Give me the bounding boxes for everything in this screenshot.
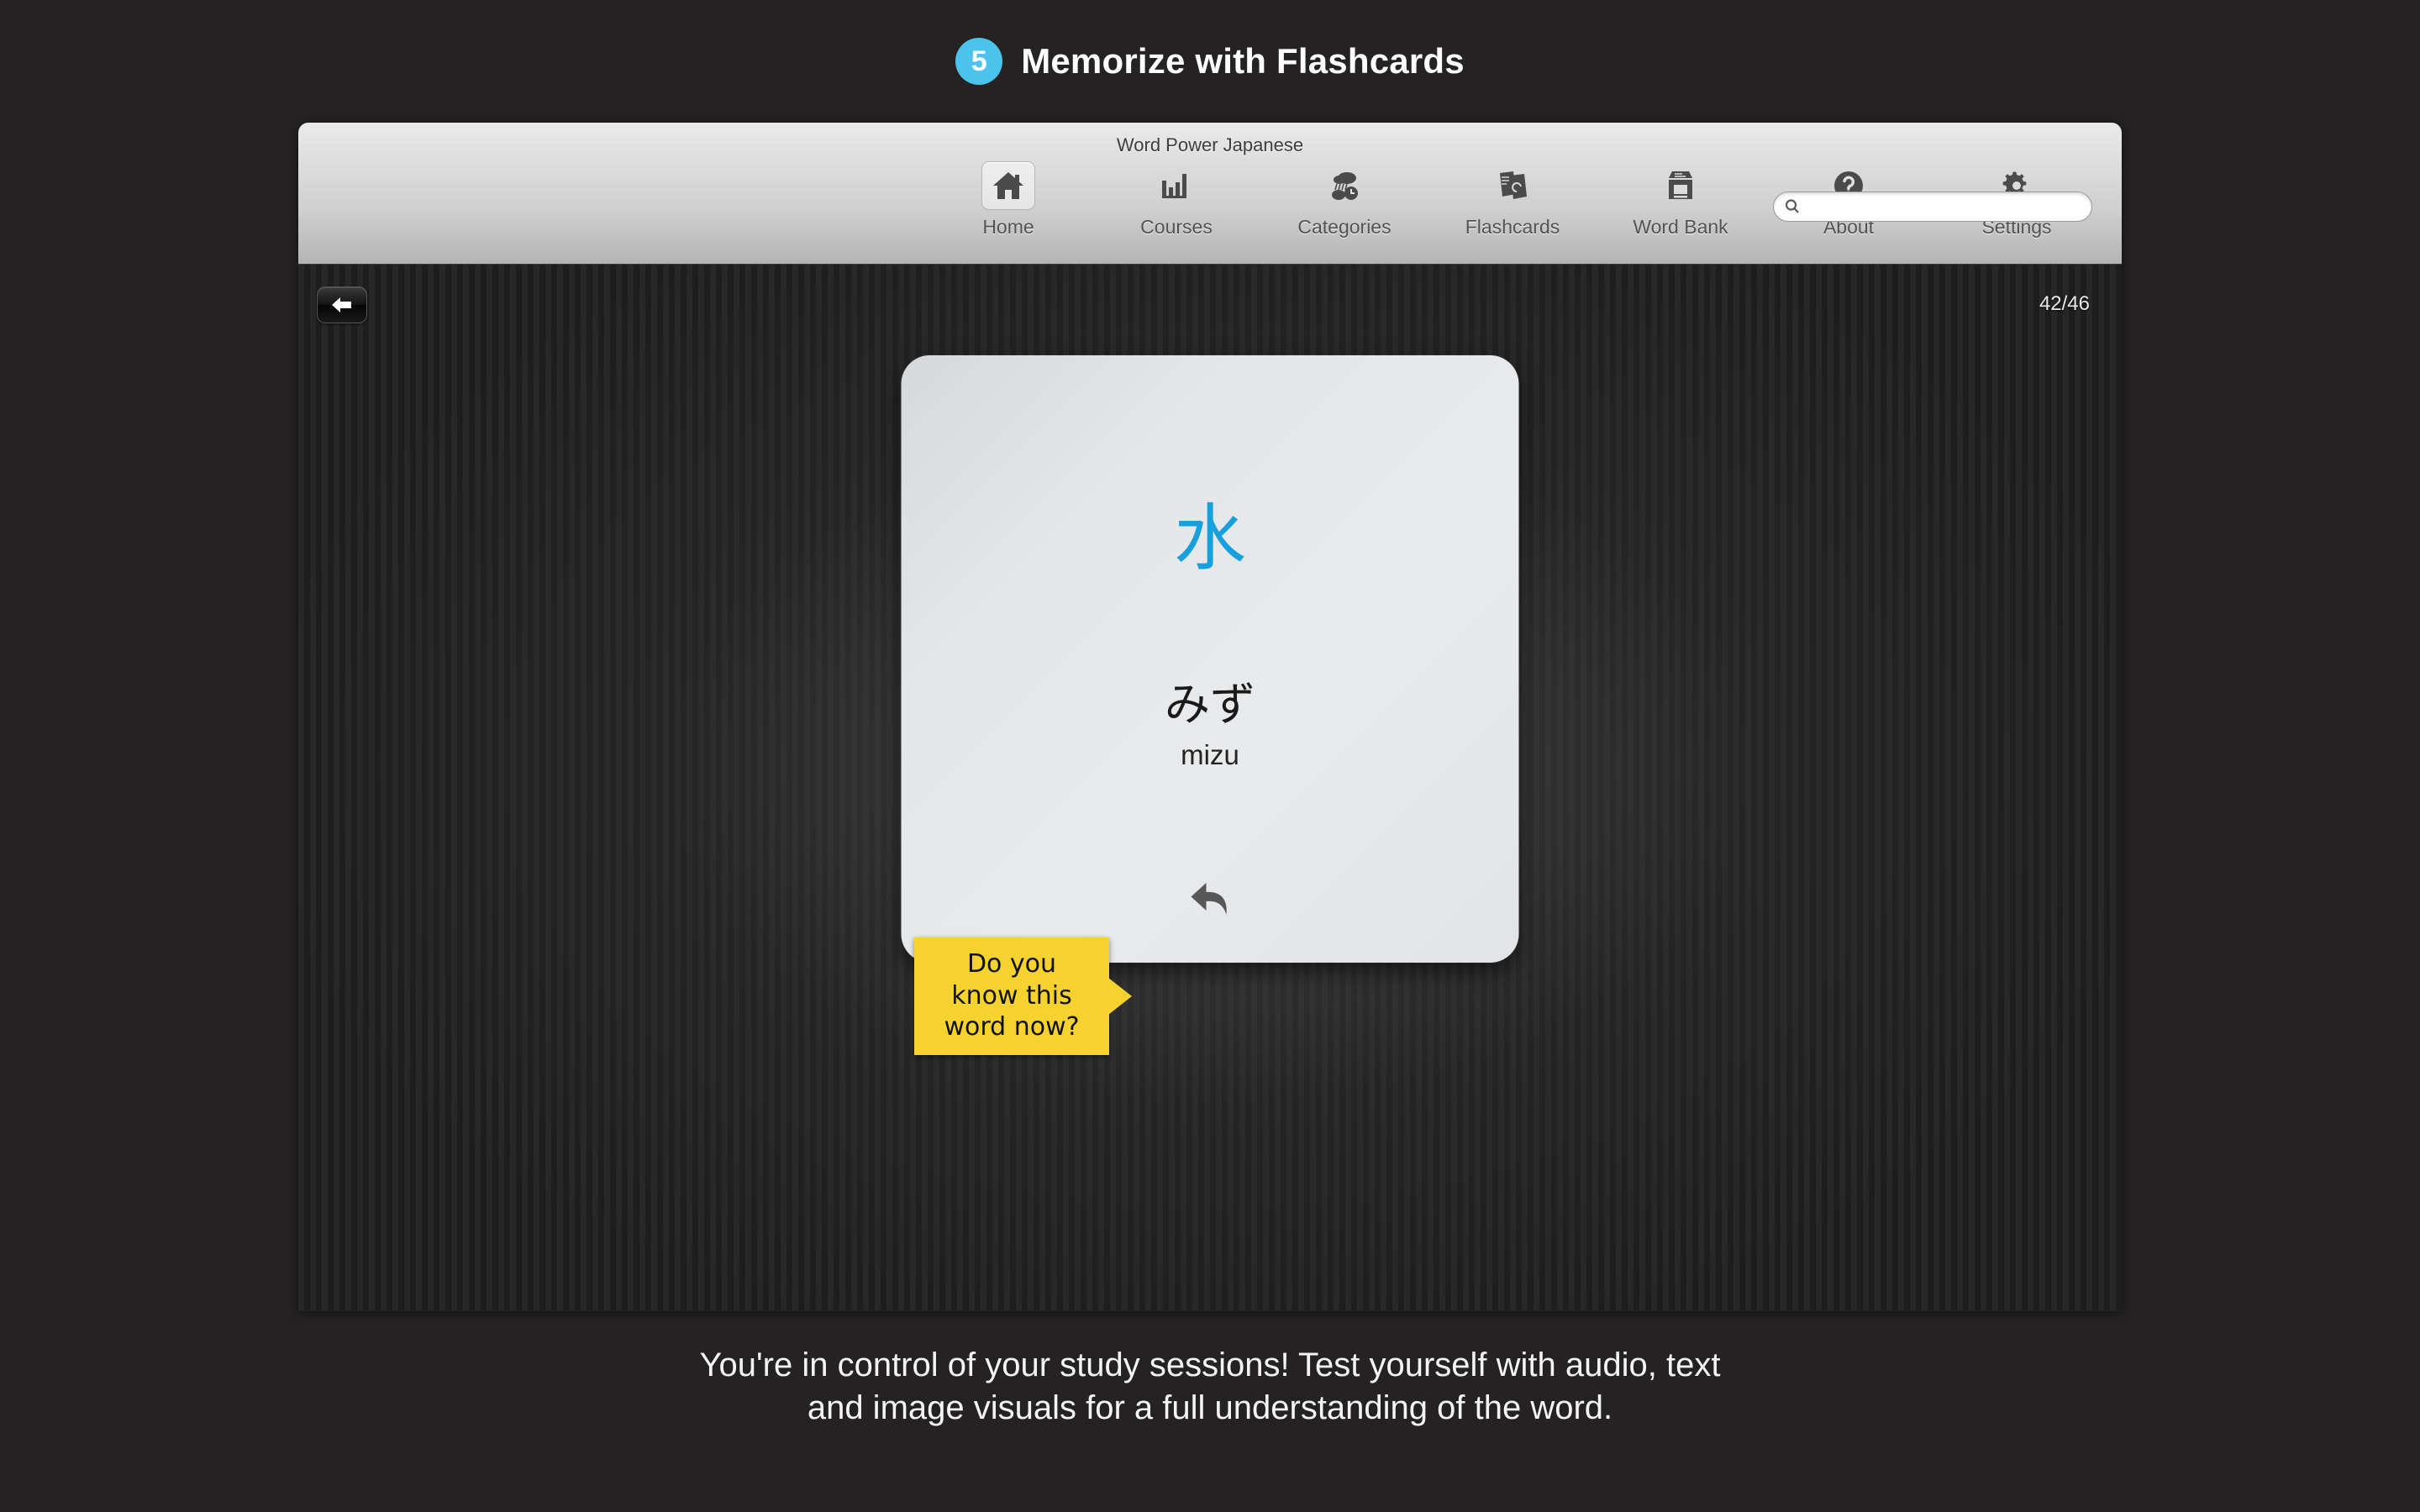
toolbar-label-home: Home — [982, 216, 1034, 238]
flip-card-icon[interactable] — [1186, 878, 1234, 925]
word-bank-icon — [1664, 170, 1697, 202]
content-stage: 42/46 水 みず mizu Do you know this word no… — [298, 265, 2122, 1310]
flashcard-kana: みず — [1165, 678, 1255, 731]
callout-tail — [1108, 978, 1132, 1015]
flashcard-kanji: 水 — [1174, 496, 1246, 580]
toolbar-item-categories[interactable]: Categories — [1260, 161, 1428, 239]
toolbar-label-categories: Categories — [1297, 216, 1392, 238]
card-counter: 42/46 — [2039, 292, 2090, 315]
step-number-badge: 5 — [955, 37, 1003, 85]
callout-line-3: word now? — [944, 1012, 1080, 1042]
search-icon — [1784, 198, 1801, 215]
word-bank-icon-box — [1654, 161, 1707, 210]
toolbar-label-flashcards: Flashcards — [1465, 216, 1560, 238]
search-input[interactable] — [1807, 197, 2060, 216]
flashcard-romaji: mizu — [1181, 739, 1239, 770]
flashcards-icon-box — [1486, 161, 1539, 210]
bar-chart-icon — [1160, 171, 1192, 201]
toolbar-item-word-bank[interactable]: Word Bank — [1597, 161, 1765, 239]
callout-line-1: Do you — [966, 948, 1057, 979]
window-title: Word Power Japanese — [1116, 134, 1304, 155]
toolbar-item-flashcards[interactable]: Flashcards — [1428, 161, 1597, 239]
app-window: Word Power Japanese Home Courses Categor… — [298, 123, 2122, 1311]
caption-line-2: and image visuals for a full understandi… — [807, 1389, 1613, 1427]
home-icon — [992, 171, 1025, 201]
page-title: Memorize with Flashcards — [1021, 40, 1465, 81]
toolbar-item-home[interactable]: Home — [924, 161, 1092, 239]
bar-chart-icon-box — [1150, 161, 1203, 210]
categories-icon-box — [1318, 161, 1371, 210]
home-icon-box — [981, 161, 1035, 210]
back-button[interactable] — [317, 286, 367, 323]
back-arrow-icon — [329, 295, 355, 315]
callout-body: Do you know this word now? — [914, 937, 1109, 1055]
toolbar-label-courses: Courses — [1140, 216, 1213, 238]
caption-line-1: You're in control of your study sessions… — [699, 1347, 1721, 1383]
callout-bubble: Do you know this word now? — [914, 937, 1132, 1055]
callout-line-2: know this — [951, 980, 1072, 1011]
search-field[interactable] — [1773, 192, 2092, 222]
toolbar-item-courses[interactable]: Courses — [1092, 161, 1260, 239]
toolbar-label-word-bank: Word Bank — [1633, 216, 1728, 238]
app-toolbar: Word Power Japanese Home Courses Categor… — [298, 123, 2122, 265]
caption: You're in control of your study sessions… — [0, 1344, 2420, 1430]
flashcards-icon — [1497, 170, 1528, 202]
categories-icon — [1327, 170, 1362, 202]
flashcard[interactable]: 水 みず mizu — [901, 355, 1519, 963]
search-container — [1773, 192, 2092, 222]
page-header: 5 Memorize with Flashcards — [0, 0, 2420, 122]
